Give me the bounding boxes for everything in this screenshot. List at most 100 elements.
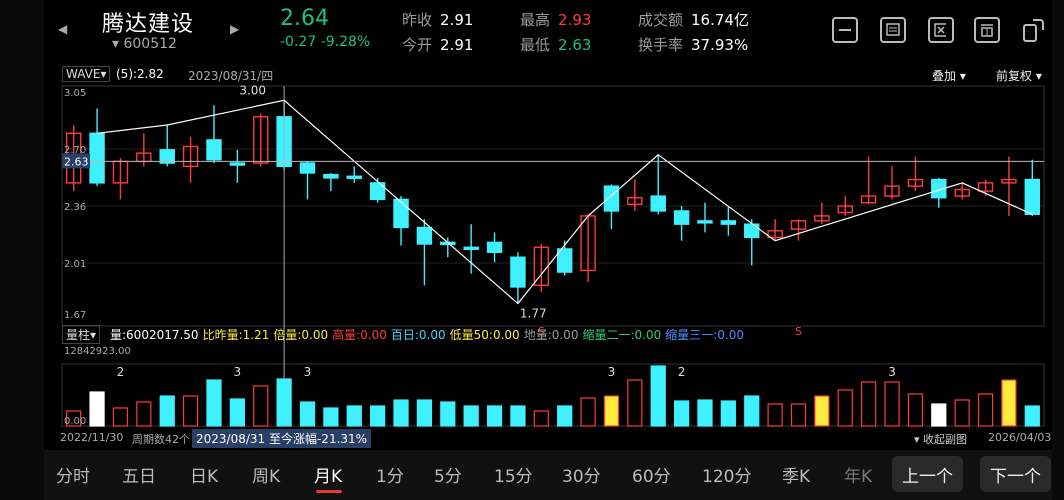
- wave-count-label: 2: [117, 365, 125, 379]
- volume-bar: [1024, 405, 1040, 427]
- price-tick-label: 2.36: [64, 202, 86, 213]
- volume-bar: [977, 393, 994, 427]
- volume-bar: [276, 378, 292, 427]
- volume-bar: [814, 395, 830, 427]
- candle-body: [299, 162, 316, 174]
- volume-bar: [486, 405, 503, 427]
- volume-toolbar: 量柱▾ 量:6002017.50 比昨量:1.21 倍量:0.00 高量:0.00 百日…: [52, 324, 1048, 344]
- price-change: -0.27 -9.28%: [280, 34, 370, 50]
- current-price-label: 2.63: [64, 155, 89, 168]
- volume-indicator-item: 缩量二一:0.00: [582, 328, 662, 342]
- candle-body: [556, 248, 573, 273]
- next-stock-icon[interactable]: ▶: [230, 22, 239, 36]
- tab-five-day[interactable]: 五日: [122, 462, 156, 487]
- range-gain: 2023/08/31 至今涨幅-21.31%: [192, 429, 372, 448]
- quote-label: 成交额: [638, 11, 684, 29]
- tab-15min[interactable]: 15分: [494, 462, 533, 487]
- volume-indicator-item: 倍量:0.00: [273, 328, 329, 342]
- plan-icon[interactable]: [974, 17, 1000, 43]
- tab-monthly-k[interactable]: 月K: [314, 462, 342, 487]
- candle-body: [463, 246, 479, 251]
- kline-chart-area[interactable]: WAVE▾ (5):2.82 2023/08/31/四 叠加 ▾ 前复权 ▾ 3…: [52, 62, 1052, 448]
- volume-bar: [720, 400, 736, 427]
- minus-icon[interactable]: [832, 17, 858, 43]
- high-price-label: 3.00: [239, 83, 266, 97]
- period-count: 周期数42个: [132, 433, 190, 446]
- volume-bar: [767, 403, 783, 427]
- volume-bar: [580, 397, 596, 427]
- volume-bar: [790, 403, 807, 427]
- quote-value: 37.93%: [691, 36, 749, 54]
- volume-bar: [650, 365, 666, 427]
- rotate-phone-icon[interactable]: [1020, 17, 1046, 43]
- volume-bar: [1001, 379, 1017, 427]
- candle-body: [393, 198, 409, 229]
- candle-body: [697, 220, 713, 224]
- collapse-subchart-button[interactable]: ▾ 收起副图: [914, 431, 967, 447]
- volume-bar: [861, 381, 877, 427]
- volume-bar: [837, 389, 853, 427]
- volume-bar: [673, 400, 690, 427]
- quote-low: 最低 2.63: [520, 34, 591, 55]
- candle-body: [89, 132, 105, 184]
- quote-value: 2.91: [440, 36, 474, 54]
- wave-count-label: 3: [304, 365, 312, 379]
- volume-indicator-select[interactable]: 量柱▾: [62, 325, 101, 344]
- volume-bar: [440, 401, 456, 427]
- candle-body: [416, 226, 433, 245]
- chart-grid: [61, 85, 1045, 427]
- wave-count-label: 3: [888, 365, 896, 379]
- prev-stock-icon[interactable]: ◀: [58, 22, 67, 36]
- volume-bar: [370, 405, 386, 427]
- region-glyph: [934, 23, 946, 37]
- tab-daily-k[interactable]: 日K: [190, 462, 218, 487]
- candle-body: [603, 185, 620, 212]
- volume-bar: [907, 393, 924, 427]
- volume-bar: [603, 395, 620, 427]
- stock-code-text: 600512: [123, 36, 177, 52]
- minus-glyph: [839, 29, 851, 31]
- volume-min-label: 0.00: [64, 416, 86, 427]
- tab-yearly-k[interactable]: 年K: [844, 462, 872, 487]
- wave-count-label: 3: [608, 365, 616, 379]
- volume-indicator-item: 高量:0.00: [332, 328, 387, 342]
- board-glyph: [886, 23, 900, 36]
- quote-label: 最高: [520, 11, 551, 29]
- tab-60min[interactable]: 60分: [632, 462, 671, 487]
- tab-30min[interactable]: 30分: [562, 462, 601, 487]
- tab-120min[interactable]: 120分: [702, 462, 751, 487]
- current-price: 2.64: [280, 6, 329, 31]
- tab-intraday[interactable]: 分时: [56, 462, 90, 487]
- candle-body: [744, 223, 760, 239]
- quote-label: 换手率: [638, 36, 684, 54]
- prev-button[interactable]: 上一个: [892, 456, 963, 492]
- collapse-label: 收起副图: [923, 433, 968, 446]
- quote-header: ◀ 腾达建设 ▾ 600512 ▶ 2.64 -0.27 -9.28% 昨收 2.…: [44, 0, 1052, 60]
- volume-bar: [954, 399, 970, 427]
- candle-body: [229, 162, 246, 166]
- volume-max-label: 12842923.00: [64, 346, 131, 357]
- board-icon[interactable]: [880, 17, 906, 43]
- tab-1min[interactable]: 1分: [376, 462, 404, 487]
- volume-indicator-item: 量:6002017.50: [110, 328, 199, 342]
- volume-bar: [627, 379, 643, 427]
- volume-indicator-item: 百日:0.00: [390, 328, 446, 342]
- price-tick-label: 2.01: [64, 259, 86, 270]
- tab-weekly-k[interactable]: 周K: [252, 462, 280, 487]
- end-date: 2026/04/03: [988, 431, 1052, 444]
- volume-select-label: 量柱: [66, 328, 91, 342]
- region-icon[interactable]: [928, 17, 954, 43]
- wave-count-label: 3: [234, 365, 242, 379]
- volume-indicator-item: 缩量三一:0.00: [665, 328, 744, 342]
- volume-bar: [112, 407, 129, 427]
- quote-turnover-rate: 换手率 37.93%: [638, 34, 748, 55]
- stock-name[interactable]: 腾达建设: [102, 6, 194, 38]
- next-button[interactable]: 下一个: [980, 456, 1051, 492]
- price-tick-label: 3.05: [64, 88, 86, 99]
- tab-5min[interactable]: 5分: [434, 462, 462, 487]
- volume-bar: [463, 405, 479, 427]
- tab-quarterly-k[interactable]: 季K: [782, 462, 810, 487]
- candle-body: [720, 220, 737, 225]
- active-tab-indicator: [316, 490, 342, 493]
- volume-bar: [323, 407, 339, 427]
